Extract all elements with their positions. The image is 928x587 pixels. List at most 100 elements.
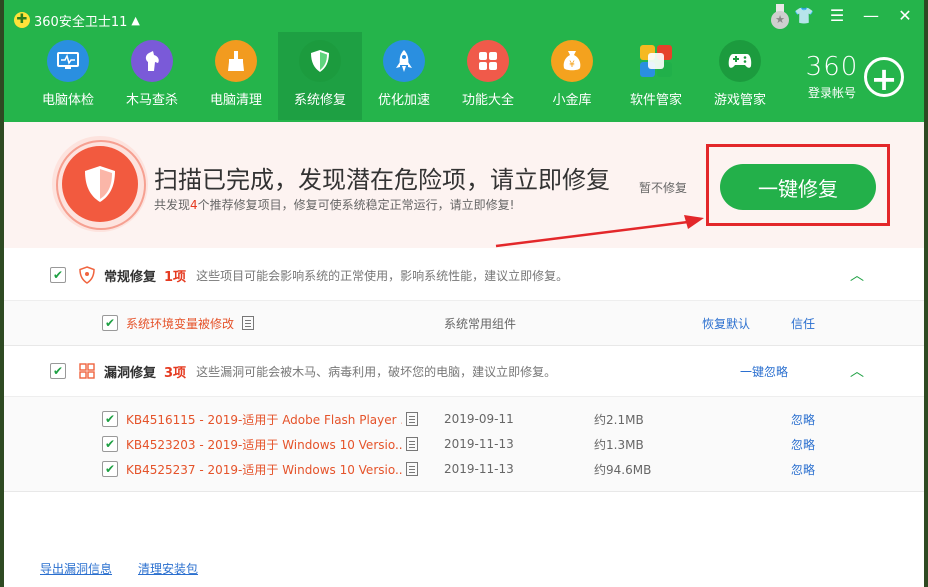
item-name[interactable]: KB4525237 - 2019-适用于 Windows 10 Versio..… [126,461,402,478]
vuln-repair-count: 3项 [164,365,187,381]
nav-item-speedup[interactable]: 优化加速 [362,32,446,120]
item-size: 约2.1MB [594,412,644,427]
nav-item-trojan[interactable]: 木马查杀 [110,32,194,120]
item-checkbox[interactable]: ✔ [102,411,118,427]
item-name[interactable]: KB4523203 - 2019-适用于 Windows 10 Versio..… [126,436,402,453]
nav-label: 电脑体检 [41,93,94,108]
nav-item-checkup[interactable]: 电脑体检 [26,32,110,120]
app-window: ✚ 360安全卫士11 ▲ ★ 👕 ☰ — ✕ 电脑体检 木马查杀 电脑清理 系… [4,0,924,587]
menu-icon[interactable]: ☰ [828,6,846,25]
item-checkbox[interactable]: ✔ [102,461,118,477]
vuln-repair-title: 漏洞修复 [104,365,157,381]
nav-label: 系统修复 [293,93,346,108]
vuln-repair-desc: 这些漏洞可能会被木马、病毒利用，破坏您的电脑，建议立即修复。 [196,364,557,379]
skip-repair-link[interactable]: 暂不修复 [639,179,687,196]
restore-default-link[interactable]: 恢复默认 [702,315,750,332]
upgrade-arrow-icon[interactable]: ▲ [131,14,139,27]
issue-count: 4 [190,198,198,212]
regular-repair-list: ✔ 系统环境变量被修改 系统常用组件 恢复默认 信任 [4,301,924,346]
monitor-icon [47,40,89,82]
main-nav: 电脑体检 木马查杀 电脑清理 系统修复 优化加速 功能大全 ¥ 小金库 软件管家… [26,32,782,120]
annotation-highlight-box [706,144,890,226]
gamepad-icon [719,40,761,82]
window-controls: 👕 ☰ — ✕ [794,6,914,25]
shield-warning-icon [78,266,96,284]
details-doc-icon[interactable] [242,316,255,330]
nav-item-games[interactable]: 游戏管家 [698,32,782,120]
header: ✚ 360安全卫士11 ▲ ★ 👕 ☰ — ✕ 电脑体检 木马查杀 电脑清理 系… [4,0,924,122]
scan-result-title: 扫描已完成，发现潜在危险项，请立即修复 [154,166,610,194]
ignore-link[interactable]: 忽略 [791,461,815,478]
close-icon[interactable]: ✕ [896,6,914,25]
horse-icon [131,40,173,82]
money-bag-icon: ¥ [551,40,593,82]
shield-icon [299,40,341,82]
list-item: ✔ KB4516115 - 2019-适用于 Adobe Flash Playe… [4,407,924,431]
nav-label: 优化加速 [377,93,430,108]
medal-icon[interactable]: ★ [770,4,790,30]
vuln-repair-checkbox[interactable]: ✔ [50,363,66,379]
login-account-label[interactable]: 登录帐号 [796,84,868,101]
item-size: 约1.3MB [594,437,644,452]
details-doc-icon[interactable] [406,437,418,451]
ignore-link[interactable]: 忽略 [791,411,815,428]
subtitle-suffix: 个推荐修复项目，修复可使系统稳定正常运行，请立即修复! [197,198,515,212]
logo-icon: ✚ [14,12,30,28]
nav-label: 游戏管家 [713,93,766,108]
nav-item-software[interactable]: 软件管家 [614,32,698,120]
nav-item-cleanup[interactable]: 电脑清理 [194,32,278,120]
list-item: ✔ KB4525237 - 2019-适用于 Windows 10 Versio… [4,457,924,481]
clean-install-packages-link[interactable]: 清理安装包 [138,560,198,577]
item-name[interactable]: KB4516115 - 2019-适用于 Adobe Flash Player … [126,411,402,428]
scan-result-subtitle: 共发现4个推荐修复项目，修复可使系统稳定正常运行，请立即修复! [154,196,514,213]
vuln-repair-list: ✔ KB4516115 - 2019-适用于 Adobe Flash Playe… [4,397,924,492]
app-title: 360安全卫士11 [34,14,128,30]
list-item: ✔ 系统环境变量被修改 系统常用组件 恢复默认 信任 [4,311,924,335]
minimize-icon[interactable]: — [862,6,880,25]
details-doc-icon[interactable] [406,412,418,426]
collapse-chevron-icon[interactable]: ︿ [850,265,864,285]
annotation-arrow [495,215,704,248]
nav-item-vault[interactable]: ¥ 小金库 [530,32,614,120]
item-checkbox[interactable]: ✔ [102,315,118,331]
nav-label: 木马查杀 [125,93,178,108]
scan-result-banner: 扫描已完成，发现潜在危险项，请立即修复 共发现4个推荐修复项目，修复可使系统稳定… [4,122,924,248]
nav-item-repair[interactable]: 系统修复 [278,32,362,120]
apps-icon [635,40,677,82]
collapse-chevron-icon[interactable]: ︿ [850,361,864,381]
nav-label: 软件管家 [629,93,682,108]
regular-repair-title: 常规修复 [104,269,157,285]
item-date: 2019-09-11 [444,412,514,426]
item-category: 系统常用组件 [444,316,517,331]
item-checkbox[interactable]: ✔ [102,436,118,452]
windows-icon [78,362,96,380]
plus-icon[interactable]: + [864,57,904,98]
nav-label: 电脑清理 [209,93,262,108]
account-brand: 360 [805,52,859,82]
ignore-link[interactable]: 忽略 [791,436,815,453]
export-vuln-info-link[interactable]: 导出漏洞信息 [40,560,112,577]
nav-label: 功能大全 [461,93,514,108]
regular-repair-header: ✔ 常规修复 1项 这些项目可能会影响系统的正常使用，影响系统性能，建议立即修复… [4,250,924,301]
account-area[interactable]: 360 登录帐号 [796,52,868,101]
item-date: 2019-11-13 [444,437,514,451]
nav-item-features[interactable]: 功能大全 [446,32,530,120]
item-size: 约94.6MB [594,462,652,477]
item-date: 2019-11-13 [444,462,514,476]
grid-icon [467,40,509,82]
regular-repair-desc: 这些项目可能会影响系统的正常使用，影响系统性能，建议立即修复。 [196,268,569,283]
subtitle-prefix: 共发现 [154,198,191,212]
title-bar: ✚ 360安全卫士11 ▲ [14,10,140,30]
nav-label: 小金库 [552,93,592,108]
rocket-icon [383,40,425,82]
list-item: ✔ KB4523203 - 2019-适用于 Windows 10 Versio… [4,432,924,456]
details-doc-icon[interactable] [406,462,418,476]
item-name[interactable]: 系统环境变量被修改 [126,315,234,332]
ignore-all-link[interactable]: 一键忽略 [740,363,788,380]
regular-repair-checkbox[interactable]: ✔ [50,267,66,283]
skin-shirt-icon[interactable]: 👕 [794,6,814,25]
vuln-repair-header: ✔ 漏洞修复 3项 这些漏洞可能会被木马、病毒利用，破坏您的电脑，建议立即修复。… [4,346,924,397]
trust-link[interactable]: 信任 [791,315,815,332]
broom-icon [215,40,257,82]
regular-repair-count: 1项 [164,269,187,285]
